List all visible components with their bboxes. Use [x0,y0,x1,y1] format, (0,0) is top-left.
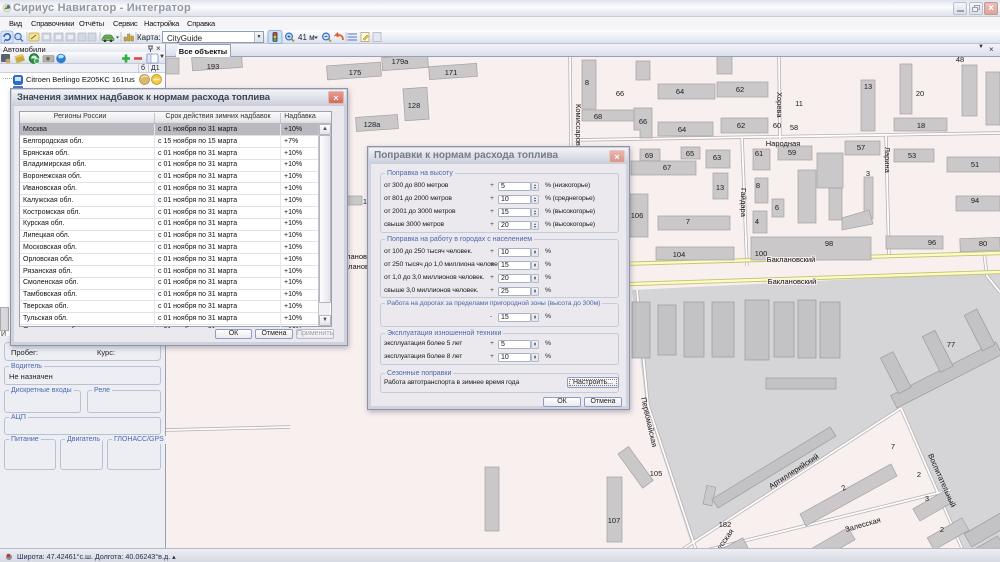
svg-text:193: 193 [207,62,220,71]
svg-text:62: 62 [736,85,744,94]
svg-text:60: 60 [773,121,781,130]
svg-text:4: 4 [755,217,759,226]
svg-text:59: 59 [788,148,796,157]
svg-text:61: 61 [755,149,763,158]
svg-text:11: 11 [795,99,803,108]
svg-text:18: 18 [917,121,925,130]
svg-text:64: 64 [676,87,684,96]
svg-text:66: 66 [616,89,624,98]
svg-text:57: 57 [857,143,865,152]
svg-text:6: 6 [775,203,779,212]
svg-text:13: 13 [716,183,724,192]
svg-text:69: 69 [645,151,653,160]
svg-text:128: 128 [408,101,421,110]
svg-text:96: 96 [928,238,936,247]
svg-text:8: 8 [756,181,760,190]
svg-text:Хорева: Хорева [775,92,784,118]
svg-text:66: 66 [639,117,647,126]
svg-text:67: 67 [663,163,671,172]
svg-text:77: 77 [947,340,955,349]
svg-text:Комиссаров: Комиссаров [574,104,583,146]
svg-text:Народная: Народная [766,139,801,148]
svg-text:58: 58 [790,123,798,132]
svg-text:65: 65 [686,149,694,158]
svg-text:7: 7 [891,442,895,451]
svg-text:2: 2 [917,470,921,479]
svg-text:Баклановский: Баклановский [767,255,816,264]
svg-text:179а: 179а [392,57,410,66]
svg-text:3: 3 [866,169,870,178]
svg-text:68: 68 [594,112,602,121]
svg-text:53: 53 [908,151,916,160]
svg-text:13: 13 [864,82,872,91]
svg-text:Баклановский: Баклановский [768,277,817,286]
svg-text:128а: 128а [364,120,382,129]
svg-text:Ларина: Ларина [883,147,892,174]
svg-text:Гайдара: Гайдара [739,188,748,218]
svg-text:94: 94 [971,196,979,205]
svg-text:63: 63 [713,153,721,162]
svg-text:104: 104 [673,250,686,259]
svg-text:7: 7 [686,217,690,226]
svg-text:64: 64 [678,125,686,134]
svg-text:171: 171 [445,68,458,77]
svg-text:80: 80 [979,239,987,248]
svg-text:107: 107 [608,516,621,525]
svg-text:175: 175 [349,68,362,77]
svg-text:51: 51 [971,160,979,169]
svg-text:3: 3 [925,494,929,503]
svg-text:8: 8 [585,78,589,87]
svg-text:182: 182 [719,520,732,529]
svg-text:100: 100 [755,249,768,258]
svg-text:106: 106 [631,211,644,220]
svg-text:62: 62 [737,121,745,130]
svg-text:20: 20 [916,89,924,98]
svg-text:2: 2 [940,525,944,534]
svg-text:48: 48 [956,57,964,64]
svg-text:105: 105 [650,469,663,478]
svg-text:98: 98 [825,239,833,248]
